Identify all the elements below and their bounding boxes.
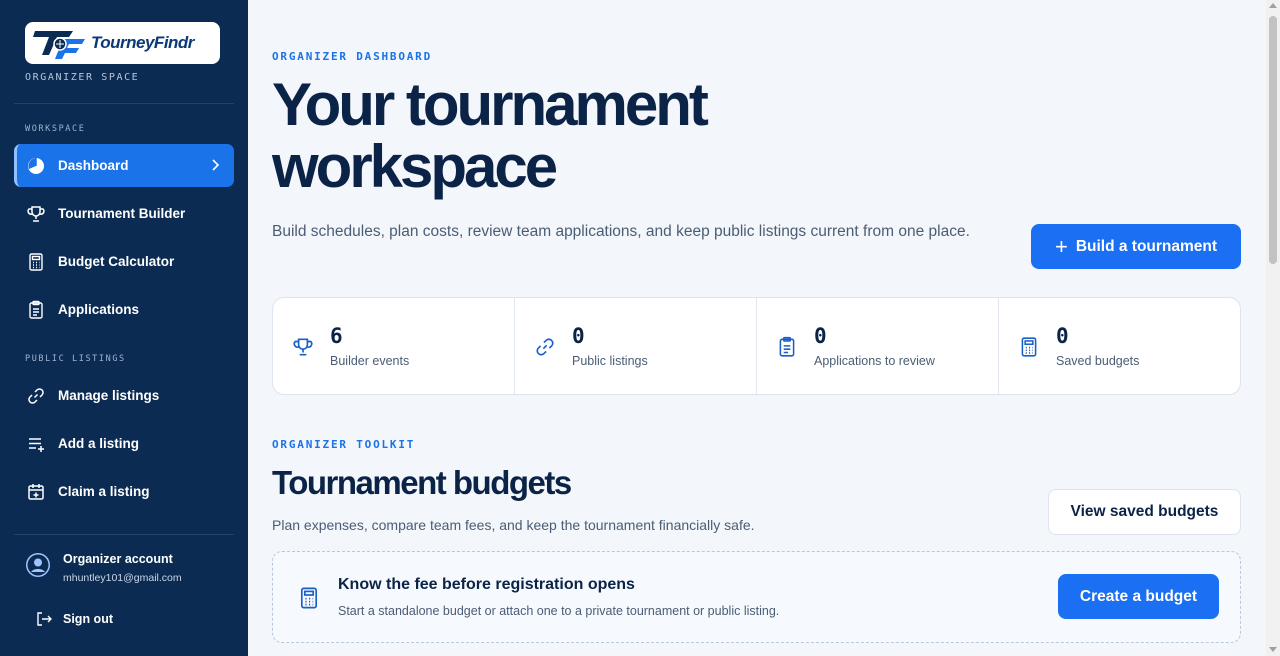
avatar-icon	[26, 553, 50, 577]
toolkit-eyebrow: ORGANIZER TOOLKIT	[272, 438, 416, 451]
stat-label: Builder events	[330, 354, 410, 368]
brand-logo[interactable]: TourneyFindr	[25, 22, 220, 64]
sidebar-item-applications[interactable]: Applications	[14, 288, 234, 331]
trophy-icon	[293, 338, 313, 356]
page-title: Your tournament workspace	[272, 71, 709, 200]
account-email: mhuntley101@gmail.com	[63, 572, 182, 584]
chevron-right-icon	[212, 159, 220, 171]
stat-label: Saved budgets	[1056, 354, 1140, 368]
stat-saved-budgets[interactable]: 0 Saved budgets	[999, 298, 1240, 394]
stat-label: Public listings	[572, 354, 648, 368]
build-tournament-label: Build a tournament	[1075, 237, 1218, 255]
page-description: Build schedules, plan costs, review team…	[272, 223, 970, 240]
view-saved-budgets-button[interactable]: View saved budgets	[1048, 489, 1241, 535]
sidebar-divider	[14, 534, 234, 535]
sidebar-item-label: Tournament Builder	[58, 206, 186, 221]
scroll-up-arrow-icon[interactable]	[1269, 3, 1277, 8]
plus-icon: +	[1054, 233, 1068, 259]
section-title: Tournament budgets	[272, 464, 572, 501]
clipboard-icon	[779, 336, 795, 357]
account-name: Organizer account	[63, 552, 173, 566]
callout-description: Start a standalone budget or attach one …	[338, 604, 780, 618]
workspace-section-label: WORKSPACE	[25, 124, 86, 134]
scrollbar-thumb[interactable]	[1269, 16, 1277, 264]
account-info[interactable]: Organizer account mhuntley101@gmail.com	[25, 552, 182, 584]
sidebar-item-dashboard[interactable]: Dashboard	[14, 144, 234, 187]
stats-panel: 6 Builder events 0 Public listings 0 App…	[272, 297, 1241, 395]
logo-mark-icon	[33, 31, 85, 59]
link-icon	[536, 338, 554, 356]
stat-value: 0	[814, 324, 827, 348]
scroll-down-arrow-icon[interactable]	[1269, 647, 1277, 652]
clipboard-icon	[26, 300, 46, 320]
stat-value: 6	[330, 324, 343, 348]
link-icon	[26, 386, 46, 406]
sidebar-item-add-listing[interactable]: Add a listing	[14, 422, 234, 465]
sidebar-item-manage-listings[interactable]: Manage listings	[14, 374, 234, 417]
sidebar-item-label: Dashboard	[58, 158, 129, 173]
stat-builder-events[interactable]: 6 Builder events	[273, 298, 515, 394]
calculator-icon	[26, 252, 46, 272]
sidebar: TourneyFindr ORGANIZER SPACE WORKSPACE D…	[0, 0, 248, 656]
stat-value: 0	[572, 324, 585, 348]
dashboard-eyebrow: ORGANIZER DASHBOARD	[272, 50, 433, 63]
calendar-plus-icon	[26, 482, 46, 502]
sidebar-item-label: Manage listings	[58, 388, 160, 403]
pie-chart-icon	[26, 156, 46, 176]
sign-out-label: Sign out	[63, 612, 113, 626]
trophy-icon	[26, 204, 46, 224]
sidebar-item-label: Budget Calculator	[58, 254, 175, 269]
stat-public-listings[interactable]: 0 Public listings	[515, 298, 757, 394]
sidebar-item-tournament-builder[interactable]: Tournament Builder	[14, 192, 234, 235]
vertical-scrollbar[interactable]	[1266, 0, 1280, 656]
sidebar-divider	[14, 103, 234, 104]
list-add-icon	[26, 434, 46, 454]
stat-value: 0	[1056, 324, 1069, 348]
calculator-icon	[1021, 337, 1037, 357]
main-content: ORGANIZER DASHBOARD Your tournament work…	[248, 0, 1266, 656]
create-budget-button[interactable]: Create a budget	[1058, 574, 1219, 619]
callout-title: Know the fee before registration opens	[338, 576, 635, 593]
sign-out-icon	[37, 612, 52, 626]
sign-out-button[interactable]: Sign out	[35, 610, 113, 628]
brand-name: TourneyFindr	[91, 33, 194, 52]
sidebar-item-budget-calculator[interactable]: Budget Calculator	[14, 240, 234, 283]
build-tournament-button[interactable]: + Build a tournament	[1031, 224, 1241, 269]
space-label: ORGANIZER SPACE	[25, 72, 140, 83]
stat-label: Applications to review	[814, 354, 935, 368]
sidebar-item-claim-listing[interactable]: Claim a listing	[14, 470, 234, 513]
stat-applications-to-review[interactable]: 0 Applications to review	[757, 298, 999, 394]
public-listings-section-label: PUBLIC LISTINGS	[25, 354, 126, 364]
sidebar-item-label: Claim a listing	[58, 484, 150, 499]
calculator-icon	[300, 587, 318, 609]
sidebar-item-label: Applications	[58, 302, 140, 317]
section-description: Plan expenses, compare team fees, and ke…	[272, 517, 755, 533]
sidebar-item-label: Add a listing	[58, 436, 139, 451]
